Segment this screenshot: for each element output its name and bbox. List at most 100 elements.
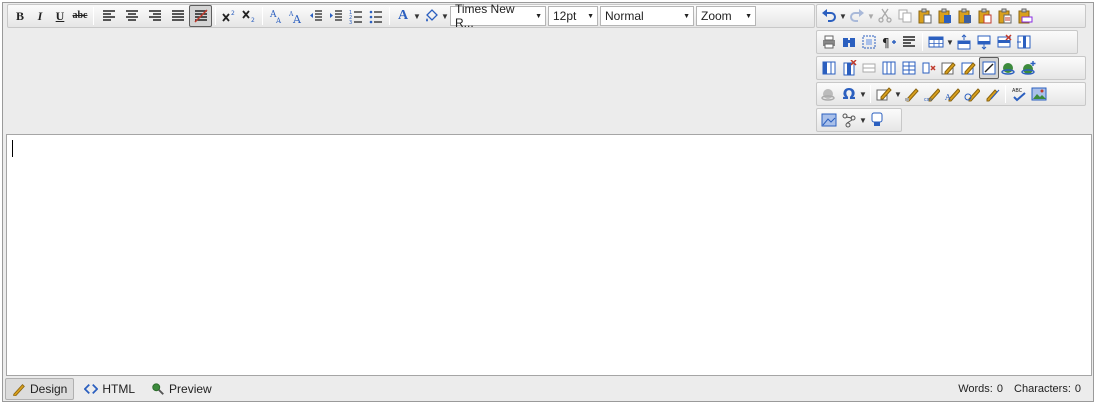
svg-text:A: A	[275, 17, 282, 24]
format-stripper-button[interactable]	[902, 83, 922, 105]
insert-link-button[interactable]	[999, 57, 1019, 79]
separator	[215, 7, 216, 25]
undo-button[interactable]	[819, 5, 839, 27]
bullet-list-button[interactable]	[366, 5, 386, 27]
delete-row-button[interactable]	[994, 31, 1014, 53]
outdent-icon	[310, 10, 322, 21]
highlight-color-dropdown-arrow[interactable]: ▼	[441, 5, 449, 27]
paste-cleaned-button[interactable]	[955, 5, 975, 27]
font-name-select[interactable]: Times New R... ▼	[450, 2, 546, 30]
font-pencil-button[interactable]: A	[942, 83, 962, 105]
align-left-button[interactable]	[97, 5, 120, 27]
delete-column-button[interactable]	[839, 57, 859, 79]
insert-anchor-button[interactable]	[1019, 57, 1039, 79]
undo-dropdown-arrow[interactable]: ▼	[839, 5, 847, 27]
insert-table-button[interactable]	[926, 31, 946, 53]
bold-button[interactable]: B	[10, 5, 30, 27]
font-size-select[interactable]: 12pt ▼	[548, 6, 598, 26]
paste-as-text-button[interactable]	[995, 5, 1015, 27]
merge-cells-button[interactable]	[859, 57, 879, 79]
insert-media-dropdown-arrow[interactable]: ▼	[859, 109, 867, 131]
paragraph-format-button[interactable]	[899, 31, 919, 53]
tab-design[interactable]: Design	[5, 378, 75, 400]
show-paragraph-button[interactable]: ¶	[879, 31, 899, 53]
select-all-button[interactable]	[859, 31, 879, 53]
tab-preview[interactable]: Preview	[145, 378, 218, 400]
spellcheck-icon: ABC	[1012, 88, 1026, 102]
underline-button[interactable]: U	[50, 5, 70, 27]
special-character-dropdown-arrow[interactable]: ▼	[859, 83, 867, 105]
delete-cell-button[interactable]	[919, 57, 939, 79]
insert-image-button[interactable]	[1029, 83, 1049, 105]
rich-text-editor: B I U abc 2 2 AA AA 123 A ▼ ▼ Times New …	[2, 2, 1094, 402]
delete-cell-icon	[922, 62, 936, 74]
justify-button[interactable]	[166, 5, 189, 27]
insert-media-button[interactable]	[839, 109, 859, 131]
indent-button[interactable]	[326, 5, 346, 27]
superscript-button[interactable]: 2	[219, 5, 239, 27]
table-properties-button[interactable]	[959, 57, 979, 79]
special-character-button[interactable]: Ω	[839, 83, 859, 105]
copy-icon	[898, 9, 912, 23]
svg-text:¶: ¶	[882, 36, 890, 50]
css-pencil-icon: css	[924, 88, 940, 102]
highlight-color-button[interactable]	[421, 5, 441, 27]
paste-button[interactable]	[915, 5, 935, 27]
paste-html-button[interactable]	[1015, 5, 1035, 27]
insert-row-below-button[interactable]	[974, 31, 994, 53]
find-button[interactable]	[839, 31, 859, 53]
numbered-list-button[interactable]: 123	[346, 5, 366, 27]
decrease-font-button[interactable]: AA	[266, 5, 286, 27]
copy-button[interactable]	[895, 5, 915, 27]
insert-flash-button[interactable]	[867, 109, 887, 131]
font-size-decrease-icon: AA	[269, 10, 282, 24]
justify-icon	[171, 10, 184, 21]
subscript-button[interactable]: 2	[239, 5, 259, 27]
paste-plain-button[interactable]	[975, 5, 995, 27]
toggle-borders-button[interactable]	[979, 57, 999, 79]
italic-button[interactable]: I	[30, 5, 50, 27]
editor-content-area[interactable]	[6, 134, 1092, 376]
cut-button[interactable]	[875, 5, 895, 27]
remove-link-button[interactable]	[819, 83, 839, 105]
insert-table-dropdown-arrow[interactable]: ▼	[946, 31, 954, 53]
table-icon	[928, 36, 944, 48]
image-map-button[interactable]	[819, 109, 839, 131]
zoom-select[interactable]: Zoom ▼	[696, 6, 756, 26]
redo-button[interactable]	[847, 5, 867, 27]
split-cell-horizontal-button[interactable]	[879, 57, 899, 79]
outdent-button[interactable]	[306, 5, 326, 27]
strikethrough-button[interactable]: abc	[70, 5, 90, 27]
row-above-icon	[957, 34, 971, 50]
edit-style-dropdown-arrow[interactable]: ▼	[894, 83, 902, 105]
insert-column-left-button[interactable]	[819, 57, 839, 79]
font-color-button[interactable]: A	[393, 5, 413, 27]
tab-html[interactable]: HTML	[78, 378, 141, 400]
font-size-increase-icon: AA	[288, 11, 302, 24]
edit-style-button[interactable]	[874, 83, 894, 105]
increase-font-button[interactable]: AA	[286, 5, 306, 27]
toolbar-row-4: Ω ▼ ▼ css A ABC	[816, 82, 1086, 106]
flash-icon	[871, 112, 883, 126]
symbol-pencil-button[interactable]	[962, 83, 982, 105]
align-center-button[interactable]	[120, 5, 143, 27]
paste-from-word-button[interactable]	[935, 5, 955, 27]
css-class-button[interactable]: css	[922, 83, 942, 105]
undo-icon	[822, 9, 836, 22]
multi-pencil-button[interactable]	[982, 83, 1002, 105]
redo-dropdown-arrow[interactable]: ▼	[867, 5, 875, 27]
paragraph-style-select[interactable]: Normal ▼	[600, 6, 694, 26]
print-button[interactable]	[819, 31, 839, 53]
spell-check-button[interactable]: ABC	[1009, 83, 1029, 105]
align-right-icon	[148, 10, 161, 21]
align-right-button[interactable]	[143, 5, 166, 27]
font-color-dropdown-arrow[interactable]: ▼	[413, 5, 421, 27]
insert-row-above-button[interactable]	[954, 31, 974, 53]
insert-column-button[interactable]	[1014, 31, 1034, 53]
cell-properties-button[interactable]	[939, 57, 959, 79]
toolbar-row-3	[816, 56, 1086, 80]
split-cell-vertical-button[interactable]	[899, 57, 919, 79]
justify-none-button[interactable]	[189, 5, 212, 27]
image-map-icon	[821, 113, 837, 127]
paste-plain-icon	[978, 8, 992, 24]
